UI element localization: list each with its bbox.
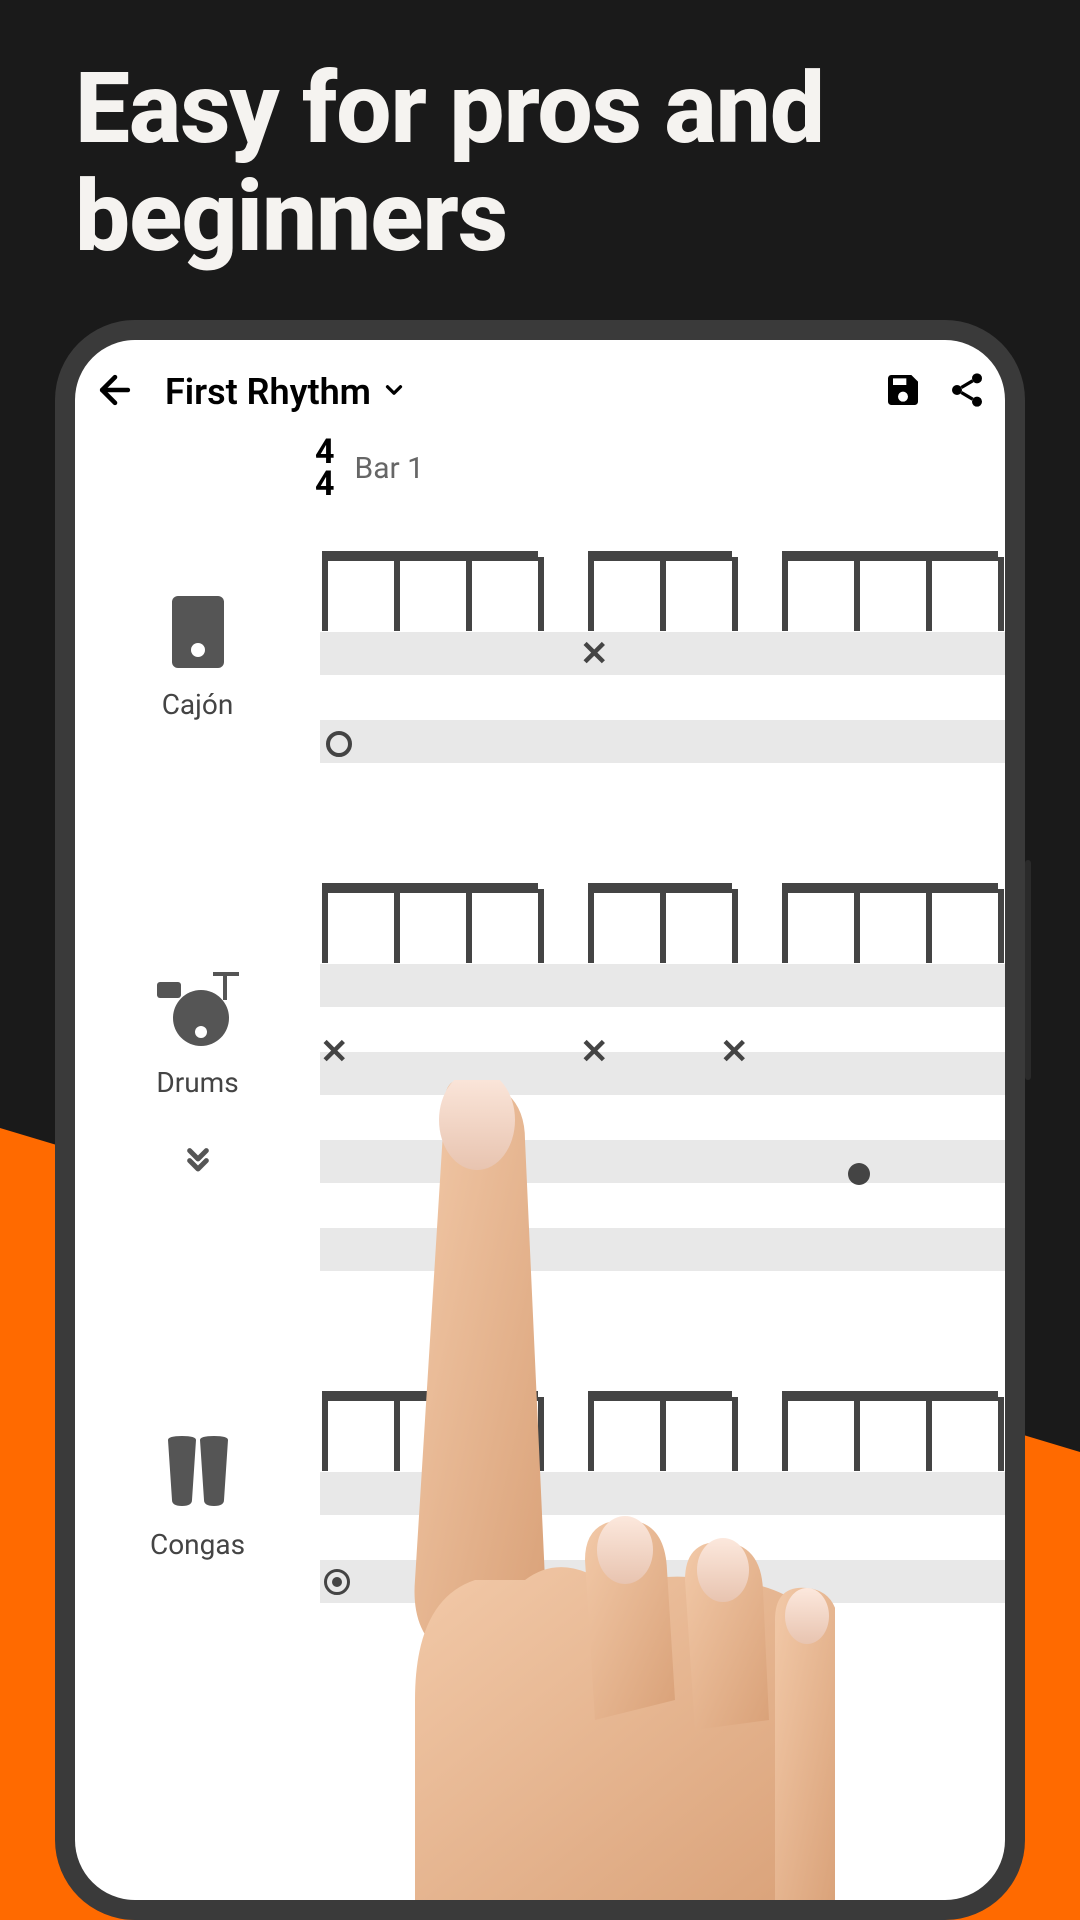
chevron-down-icon: [381, 377, 407, 407]
notation-congas[interactable]: [320, 1391, 1005, 1603]
notation-cajon[interactable]: ✕: [320, 551, 1005, 763]
notation-drums[interactable]: ✕ ✕ ✕: [320, 883, 1005, 1271]
instrument-label: Congas: [150, 1528, 245, 1561]
promo-headline: Easy for pros and beginners: [75, 55, 1080, 271]
note-x[interactable]: ✕: [320, 1035, 349, 1069]
track-drums: Drums: [75, 883, 1005, 1271]
congas-icon: [158, 1432, 238, 1516]
expand-icon[interactable]: [178, 1139, 218, 1183]
timesig-bottom: 4: [315, 468, 335, 500]
note-x[interactable]: ✕: [580, 1035, 609, 1069]
time-signature[interactable]: 4 4: [315, 436, 335, 501]
save-icon[interactable]: [883, 370, 923, 414]
note-target-circle[interactable]: [324, 1569, 350, 1595]
note-filled-circle[interactable]: [848, 1163, 870, 1185]
instrument-selector-congas[interactable]: Congas: [75, 1391, 320, 1603]
bar-label: Bar 1: [355, 451, 424, 486]
app-screen: First Rhythm 4 4 Bar 1: [75, 340, 1005, 1900]
instrument-selector-cajon[interactable]: Cajón: [75, 551, 320, 763]
instrument-selector-drums[interactable]: Drums: [75, 883, 320, 1271]
back-icon[interactable]: [93, 368, 137, 416]
time-signature-row: 4 4 Bar 1: [75, 426, 1005, 501]
note-x[interactable]: ✕: [580, 637, 609, 671]
song-title: First Rhythm: [165, 371, 371, 413]
cajon-icon: [168, 592, 228, 676]
title-dropdown[interactable]: First Rhythm: [165, 371, 407, 413]
phone-side-button: [1025, 860, 1031, 1080]
track-cajon: Cajón: [75, 551, 1005, 763]
instrument-label: Drums: [156, 1066, 238, 1099]
top-bar: First Rhythm: [75, 340, 1005, 426]
instrument-label: Cajón: [162, 688, 234, 721]
note-open-circle[interactable]: [326, 731, 352, 757]
drums-icon: [153, 970, 243, 1054]
track-congas: Congas: [75, 1391, 1005, 1603]
phone-frame: First Rhythm 4 4 Bar 1: [55, 320, 1025, 1920]
share-icon[interactable]: [947, 370, 987, 414]
note-x[interactable]: ✕: [720, 1035, 749, 1069]
